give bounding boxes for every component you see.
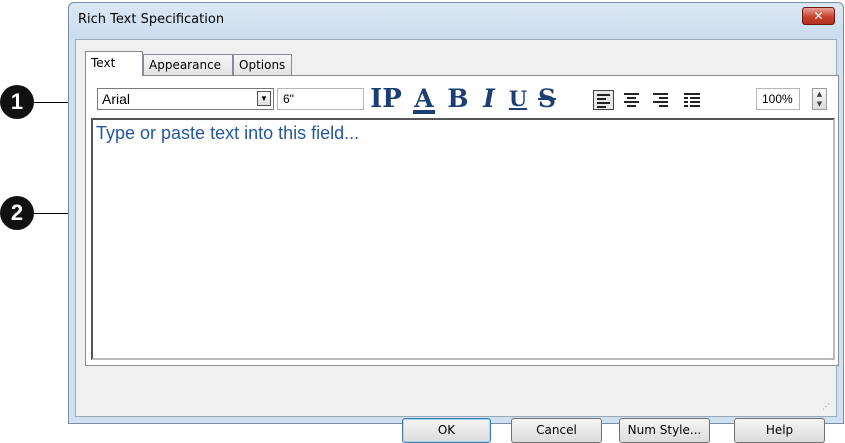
num-style-button[interactable]: Num Style... (619, 418, 710, 443)
align-right-icon[interactable] (650, 90, 671, 110)
italic-glyph: I (483, 84, 495, 113)
spin-up-icon[interactable]: ▲ (813, 89, 826, 99)
align-center-icon[interactable] (621, 90, 642, 110)
strikethrough-glyph: S (537, 84, 557, 113)
font-family-select[interactable]: Arial ▼ (97, 88, 274, 110)
bold-icon[interactable]: B (445, 86, 471, 112)
font-size-value: 6" (283, 92, 294, 106)
tab-options-label: Options (239, 58, 286, 72)
title-bar[interactable]: Rich Text Specification ✕ (69, 3, 843, 39)
paragraph-spacing-icon[interactable]: IP (366, 86, 406, 112)
help-button[interactable]: Help (734, 418, 825, 443)
font-size-input[interactable]: 6" (277, 88, 364, 110)
text-color-icon[interactable]: A (409, 84, 439, 114)
chevron-down-icon[interactable]: ▼ (257, 91, 271, 106)
tab-text[interactable]: Text (85, 51, 143, 76)
ok-button[interactable]: OK (402, 418, 491, 443)
align-left-icon[interactable] (593, 90, 614, 110)
rich-text-editor[interactable]: Type or paste text into this field... (91, 118, 835, 360)
tab-text-label: Text (91, 56, 116, 70)
tab-appearance-label: Appearance (149, 58, 222, 72)
close-button[interactable]: ✕ (802, 7, 835, 25)
close-icon: ✕ (813, 9, 824, 23)
cancel-button[interactable]: Cancel (511, 418, 602, 443)
zoom-spinner[interactable]: ▲ ▼ (812, 88, 827, 110)
rich-text-dialog: Rich Text Specification ✕ Text Appearanc… (68, 2, 844, 443)
bold-glyph: B (447, 84, 469, 113)
paragraph-spacing-glyph: IP (370, 84, 402, 114)
tab-appearance[interactable]: Appearance (143, 54, 233, 75)
strikethrough-icon[interactable]: S (534, 86, 560, 112)
zoom-value: 100% (762, 92, 793, 106)
spin-down-icon[interactable]: ▼ (813, 99, 826, 109)
underline-glyph: U (508, 86, 528, 111)
callout-2: 2 (0, 196, 34, 230)
bullet-list-icon[interactable] (682, 90, 703, 110)
window-title: Rich Text Specification (78, 12, 225, 27)
resize-grip-icon[interactable]: ⋰ (822, 402, 832, 412)
italic-icon[interactable]: I (477, 86, 501, 112)
underline-icon[interactable]: U (506, 86, 530, 112)
editor-placeholder: Type or paste text into this field... (96, 123, 360, 143)
text-color-glyph: A (414, 84, 434, 113)
font-family-value: Arial (102, 91, 131, 107)
tab-options[interactable]: Options (233, 54, 292, 75)
dialog-client: Text Appearance Options Arial ▼ 6" IP A … (75, 39, 839, 443)
callout-1: 1 (0, 85, 34, 119)
text-color-swatch (413, 110, 435, 114)
zoom-input[interactable]: 100% (756, 88, 800, 110)
